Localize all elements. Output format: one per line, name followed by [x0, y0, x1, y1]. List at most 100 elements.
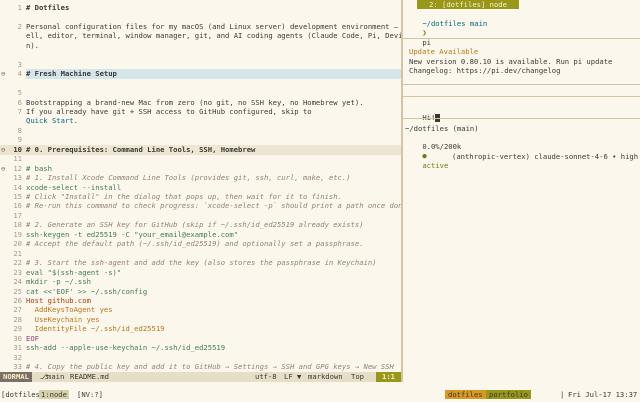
line-number: 8: [17, 125, 22, 135]
file-format: LF: [284, 372, 293, 381]
code-line[interactable]: # Fresh Machine Setup: [26, 69, 401, 79]
code-line[interactable]: Bootstrapping a brand-new Mac from zero …: [26, 98, 401, 107]
line-number: 13: [13, 173, 22, 183]
tmux-session-tab-portfolio[interactable]: portfolio: [486, 390, 531, 399]
dot-icon: ●: [422, 151, 427, 161]
code-line[interactable]: [26, 12, 401, 21]
footer-path: ~/dotfiles (main): [405, 124, 479, 133]
separator-line: [403, 38, 640, 39]
tmux-window-2[interactable]: [NV:?]: [77, 390, 103, 399]
line-number: 1: [17, 3, 22, 12]
line-number: 17: [13, 210, 22, 220]
code-line[interactable]: ssh-keygen -t ed25519 -C "your_email@exa…: [26, 230, 401, 239]
code-line[interactable]: Quick Start.: [26, 116, 401, 125]
changelog-line: Changelog: https://pi.dev/changelog: [409, 66, 561, 75]
pane-title: 2: [dotfiles] node: [417, 0, 519, 9]
editor-pane[interactable]: 1 2 3 4 ⊖ 5 6 7 8 9 10 ⊖ 11 12 ⊖ 13 14 15 16 17 18 19 20 21 22 23…: [0, 0, 401, 382]
code-line[interactable]: # 2. Generate an SSH key for GitHub (ski…: [26, 220, 401, 229]
line-number: 31: [13, 343, 22, 353]
code-line[interactable]: n).: [26, 41, 401, 50]
code-line[interactable]: UseKeychain yes: [26, 315, 401, 324]
code-line[interactable]: [26, 126, 401, 135]
code-line[interactable]: # Accept the default path (~/.ssh/id_ed2…: [26, 239, 401, 248]
line-number: [0, 79, 22, 88]
line-number: [0, 31, 22, 40]
line-number: 18: [13, 220, 22, 230]
code-line[interactable]: # Re-run this command to check progress:…: [26, 201, 401, 210]
scroll-position: Top: [351, 372, 364, 381]
code-line[interactable]: AddKeysToAgent yes: [26, 305, 401, 314]
line-number: 20: [13, 239, 22, 249]
separator-line: [403, 96, 640, 97]
line-number: 33: [13, 362, 22, 372]
line-number: 19: [13, 229, 22, 239]
tmux-window-active[interactable]: 1:node: [39, 390, 69, 399]
command-text: pi: [422, 37, 431, 47]
tmux-separator: |: [560, 390, 565, 399]
line-number: 5: [17, 88, 22, 98]
code-line[interactable]: [26, 154, 401, 163]
code-line[interactable]: [26, 353, 401, 362]
line-number: [0, 12, 22, 21]
cursor-position: 1:1: [376, 372, 401, 382]
tmux-session: [dotfiles]: [1, 390, 45, 399]
prompt-symbol: ❯: [422, 28, 427, 38]
prompt-path: ~/dotfiles main: [422, 19, 488, 29]
file-name: README.md: [70, 372, 109, 381]
code-line[interactable]: # bash: [26, 164, 401, 173]
code-line[interactable]: [26, 249, 401, 258]
code-line[interactable]: [26, 211, 401, 220]
branch-name: main: [47, 372, 65, 381]
code-line[interactable]: xcode-select --install: [26, 183, 401, 192]
line-number: 7: [17, 106, 22, 116]
footer-model: (anthropic-vertex) claude-sonnet-4-6 • h…: [452, 151, 639, 161]
code-line[interactable]: IdentityFile ~/.ssh/id_ed25519: [26, 324, 401, 333]
code-line[interactable]: [26, 135, 401, 144]
input-line[interactable]: Hi!: [405, 104, 441, 123]
line-number: 9: [17, 135, 22, 145]
line-number: [0, 41, 22, 50]
code-line[interactable]: Host github.com: [26, 296, 401, 305]
code-line[interactable]: [26, 60, 401, 69]
line-number: 28: [13, 314, 22, 324]
tmux-session-tab-dotfiles[interactable]: dotfiles: [445, 390, 486, 399]
code-line[interactable]: # 1. Install Xcode Command Line Tools (p…: [26, 173, 401, 182]
code-line[interactable]: cat <<'EOF' >> ~/.ssh/config: [26, 287, 401, 296]
code-line[interactable]: # Dotfiles: [26, 3, 401, 12]
code-line[interactable]: [26, 50, 401, 59]
line-number: 11: [13, 154, 22, 164]
line-number: 29: [13, 324, 22, 334]
code-line[interactable]: EOF: [26, 334, 401, 343]
line-number: 15: [13, 192, 22, 201]
tmux-statusbar: [dotfiles] 1:node [NV:?] dotfiles portfo…: [0, 387, 640, 402]
fold-icon[interactable]: ⊖: [1, 164, 5, 173]
code-line[interactable]: If you already have git + SSH access to …: [26, 107, 401, 116]
line-number: 6: [17, 97, 22, 107]
tmux-clock: Fri Jul-17 13:37: [568, 390, 638, 399]
code-line[interactable]: [26, 88, 401, 97]
terminal-pane[interactable]: 2: [dotfiles] node ~/dotfiles main ❯ pi …: [403, 0, 640, 382]
code-line[interactable]: Personal configuration files for my macO…: [26, 22, 401, 31]
code-line[interactable]: # 4. Copy the public key and add it to G…: [26, 362, 401, 371]
line-number: 24: [13, 277, 22, 287]
code-line[interactable]: eval "$(ssh-agent -s)": [26, 268, 401, 277]
line-number: 22: [13, 258, 22, 268]
code-line[interactable]: # Click "Install" in the dialog that pop…: [26, 192, 401, 201]
separator-line: [403, 118, 640, 119]
line-number: 14: [13, 182, 22, 192]
fold-icon[interactable]: ⊖: [1, 69, 5, 78]
line-number: [0, 50, 22, 59]
code-line[interactable]: [26, 79, 401, 88]
markdown-icon: ▼: [297, 372, 302, 381]
fold-icon[interactable]: ⊖: [1, 145, 5, 154]
line-number: 25: [13, 286, 22, 296]
line-number: 30: [13, 333, 22, 343]
code-line[interactable]: mkdir -p ~/.ssh: [26, 277, 401, 286]
line-number-gutter: 1 2 3 4 ⊖ 5 6 7 8 9 10 ⊖ 11 12 ⊖ 13 14 15 16 17 18 19 20 21 22 23…: [0, 0, 26, 382]
code-line[interactable]: ssh-add --apple-use-keychain ~/.ssh/id_e…: [26, 343, 401, 352]
update-line: New version 0.80.10 is available. Run pi…: [409, 57, 613, 66]
code-line[interactable]: # 3. Start the ssh-agent and add the key…: [26, 258, 401, 267]
code-line[interactable]: ell, editor, terminal, window manager, g…: [26, 31, 401, 40]
line-number: 21: [13, 248, 22, 258]
code-line[interactable]: # 0. Prerequisites: Command Line Tools, …: [26, 144, 401, 155]
